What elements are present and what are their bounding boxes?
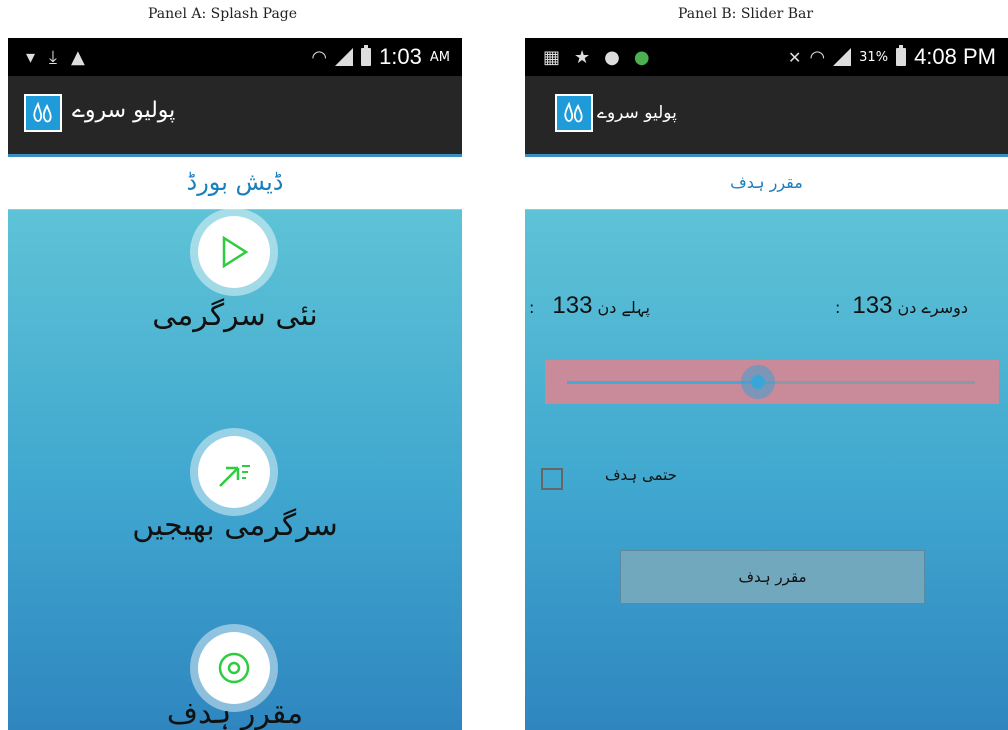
menu-label-send-activity: سرگرمی بھیجیں: [132, 508, 338, 543]
panel-b-caption: Panel B: Slider Bar: [678, 6, 814, 22]
new-activity-button[interactable]: [198, 216, 270, 288]
set-target-button[interactable]: [198, 632, 270, 704]
second-day-row: :دوسرے دن 133: [835, 292, 968, 320]
send-icon: [219, 465, 250, 487]
status-right: ◠ 1:03 AM: [311, 44, 450, 70]
wifi-question-icon: ▾: [26, 47, 36, 68]
first-day-value: 133: [552, 292, 593, 319]
dashboard-menu: نئی سرگرمی سرگرمی بھیجیں مقرر ہدف: [8, 210, 462, 730]
clock-time: 1:03: [379, 44, 422, 69]
app-notification-icon: ●: [604, 47, 620, 68]
activity-icon: ●: [633, 47, 650, 68]
menu-label-set-target: مقرر ہدف: [166, 696, 304, 730]
battery-percent: 31%: [859, 49, 889, 65]
download-icon: ⤓: [49, 47, 58, 68]
warning-icon: ▲: [71, 47, 85, 68]
panel-a-caption: Panel A: Splash Page: [148, 6, 298, 22]
status-right: ✕ ◠ 31% 4:08 PM: [788, 44, 996, 70]
signal-icon: [833, 48, 852, 66]
app-title: پولیو سروے: [72, 98, 176, 123]
status-bar: ▾ ⤓ ▲ ◠ 1:03 AM: [8, 38, 462, 76]
target-icon: [218, 652, 250, 684]
slider-filled-track: [567, 381, 763, 384]
phone-screen-a: ▾ ⤓ ▲ ◠ 1:03 AM پولیو سروے ڈیش بورڈ نئی …: [8, 38, 462, 730]
final-target-checkbox[interactable]: [541, 468, 563, 490]
mute-icon: ✕: [788, 47, 802, 67]
slider-empty-track: [763, 381, 975, 384]
battery-icon: [896, 45, 907, 66]
page-title: ڈیش بورڈ: [8, 157, 462, 210]
slider-thumb[interactable]: [741, 365, 775, 399]
notification-icons: ▦ ★ ● ●: [543, 47, 650, 68]
target-slider[interactable]: [545, 360, 999, 404]
battery-icon: [361, 45, 372, 66]
clock-ampm: AM: [429, 49, 450, 65]
set-target-button[interactable]: مقرر ہدف: [620, 550, 925, 604]
phone-screen-b: ▦ ★ ● ● ✕ ◠ 31% 4:08 PM پولیو سروے مقرر …: [525, 38, 1008, 730]
action-bar: پولیو سروے: [8, 76, 462, 157]
star-icon: ★: [574, 47, 591, 68]
wifi-icon: ◠: [311, 46, 328, 68]
play-icon: [222, 235, 249, 269]
wifi-icon: ◠: [809, 46, 826, 68]
second-day-value: 133: [852, 292, 893, 319]
keyboard-icon: ▦: [543, 47, 561, 68]
menu-label-new-activity: نئی سرگرمی: [152, 298, 318, 333]
target-form: :پہلے دن 133 :دوسرے دن 133 حتمی ہدف مقرر…: [525, 210, 1008, 730]
polio-drops-icon[interactable]: [555, 94, 593, 132]
page-title: مقرر ہدف: [525, 157, 1008, 210]
status-bar: ▦ ★ ● ● ✕ ◠ 31% 4:08 PM: [525, 38, 1008, 76]
signal-icon: [335, 48, 354, 66]
clock-time: 4:08 PM: [914, 44, 996, 69]
action-bar: پولیو سروے: [525, 76, 1008, 157]
first-day-row: :پہلے دن 133: [529, 292, 650, 320]
final-target-label: حتمی ہدف: [605, 466, 677, 484]
notification-icons: ▾ ⤓ ▲: [26, 47, 85, 68]
polio-drops-icon[interactable]: [24, 94, 62, 132]
app-title: پولیو سروے: [597, 103, 677, 123]
send-activity-button[interactable]: [198, 436, 270, 508]
